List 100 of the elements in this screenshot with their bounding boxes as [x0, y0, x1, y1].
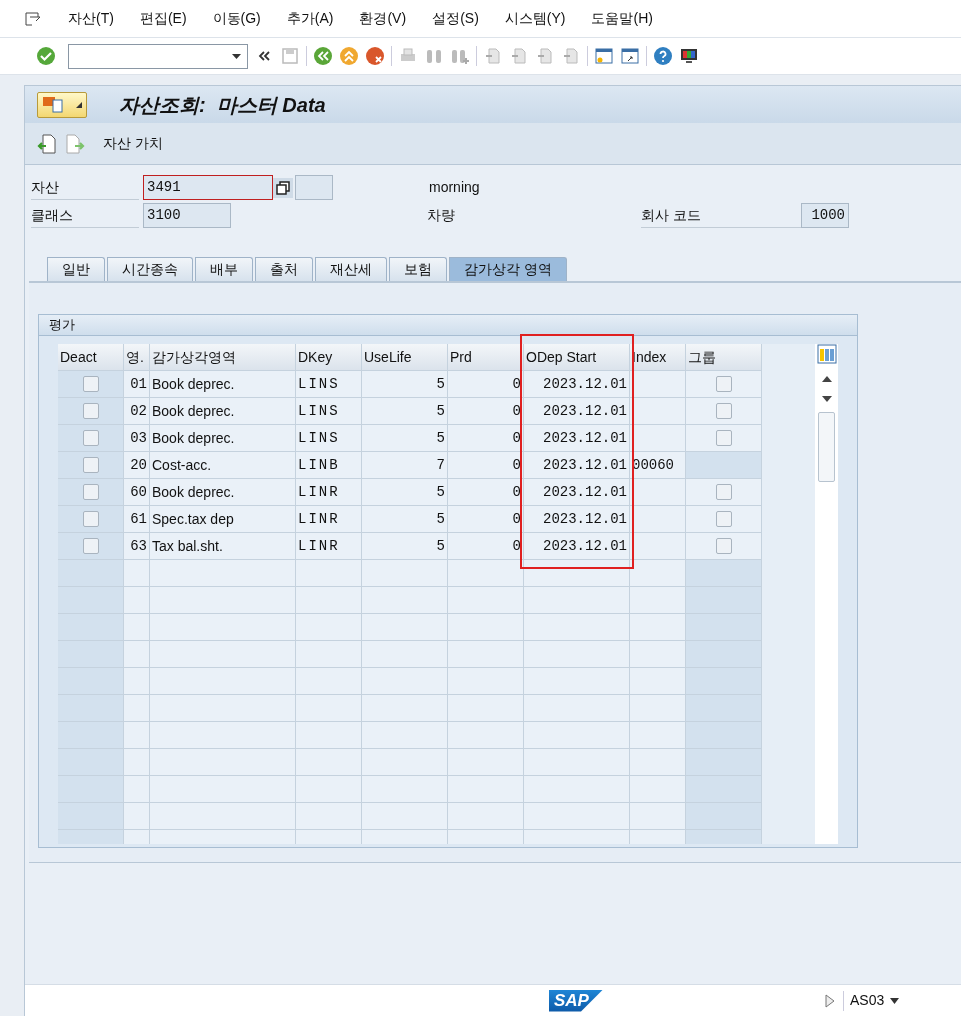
table-cell: [296, 668, 362, 695]
tab[interactable]: 감가상각 영역: [449, 257, 567, 281]
tab[interactable]: 출처: [255, 257, 313, 281]
checkbox[interactable]: [715, 376, 732, 392]
checkbox[interactable]: [82, 511, 99, 527]
play-icon[interactable]: [824, 993, 835, 1008]
checkbox[interactable]: [715, 538, 732, 554]
checkbox[interactable]: [82, 457, 99, 473]
menu-item[interactable]: 환경(V): [359, 8, 407, 29]
page-first-icon[interactable]: [483, 46, 503, 66]
checkbox[interactable]: [715, 430, 732, 446]
menu-item[interactable]: 시스템(Y): [504, 8, 566, 29]
table-cell: 0: [448, 425, 524, 452]
save-icon[interactable]: [280, 46, 300, 66]
table-cell: [296, 695, 362, 722]
copy-icon[interactable]: [273, 177, 293, 198]
checkbox[interactable]: [715, 511, 732, 527]
column-header[interactable]: UseLife: [362, 344, 448, 371]
table-cell: [58, 668, 124, 695]
table-cell: [296, 614, 362, 641]
previous-document-icon[interactable]: [37, 132, 57, 155]
column-header[interactable]: Deact: [58, 344, 124, 371]
column-settings-icon[interactable]: [816, 344, 837, 364]
table-cell: Tax bal.sht.: [150, 533, 296, 560]
check-icon[interactable]: [36, 46, 56, 66]
table-cell: [58, 614, 124, 641]
menu-item[interactable]: 설정(S): [432, 8, 479, 29]
monitor-icon[interactable]: [679, 46, 699, 66]
menu-icon[interactable]: [24, 10, 42, 27]
menu-item[interactable]: 추가(A): [286, 8, 334, 29]
column-header[interactable]: DKey: [296, 344, 362, 371]
table-cell: [58, 587, 124, 614]
menu-item[interactable]: 도움말(H): [591, 8, 653, 29]
table-cell: 2023.12.01: [524, 371, 630, 398]
table-cell: [630, 587, 686, 614]
new-window-icon[interactable]: [594, 46, 614, 66]
table-cell: LINS: [296, 371, 362, 398]
table-cell: Book deprec.: [150, 398, 296, 425]
table-cell: [124, 641, 150, 668]
table-cell: 00060: [630, 452, 686, 479]
back-icon[interactable]: [313, 46, 333, 66]
tab[interactable]: 배부: [195, 257, 253, 281]
menu-item[interactable]: 이동(G): [212, 8, 261, 29]
shortcut-icon[interactable]: [620, 46, 640, 66]
scroll-thumb[interactable]: [818, 412, 835, 482]
checkbox[interactable]: [82, 484, 99, 500]
table-cell: [124, 722, 150, 749]
checkbox[interactable]: [82, 538, 99, 554]
table-cell: 5: [362, 371, 448, 398]
tab[interactable]: 일반: [47, 257, 105, 281]
menu-button[interactable]: [37, 91, 87, 118]
class-description: 차량: [427, 206, 456, 225]
table-cell: [124, 695, 150, 722]
column-header[interactable]: ODep Start: [524, 344, 630, 371]
tab[interactable]: 재산세: [315, 257, 387, 281]
column-header[interactable]: Prd: [448, 344, 524, 371]
page-down-icon[interactable]: [535, 46, 555, 66]
scroll-down-icon[interactable]: [821, 396, 832, 402]
table-cell: [630, 803, 686, 830]
column-header[interactable]: 감가상각영역: [150, 344, 296, 371]
checkbox[interactable]: [715, 484, 732, 500]
table-cell: 2023.12.01: [524, 479, 630, 506]
caret-icon[interactable]: [890, 997, 900, 1004]
asset-values-button[interactable]: 자산 가치: [103, 133, 163, 154]
table-cell: 0: [448, 371, 524, 398]
tab[interactable]: 시간종속: [107, 257, 193, 281]
next-document-icon[interactable]: [65, 132, 85, 155]
table-cell: Spec.tax dep: [150, 506, 296, 533]
scroll-up-icon[interactable]: [821, 376, 832, 382]
up-icon[interactable]: [339, 46, 359, 66]
menu-item[interactable]: 자산(T): [68, 8, 114, 29]
subnumber-field[interactable]: [295, 175, 333, 200]
company-code-field[interactable]: 1000: [801, 203, 849, 228]
command-field[interactable]: [68, 43, 248, 69]
table-cell: 7: [362, 452, 448, 479]
help-icon[interactable]: [653, 46, 673, 66]
column-header[interactable]: 그룹: [686, 344, 762, 371]
table-cell: 5: [362, 425, 448, 452]
page-last-icon[interactable]: [561, 46, 581, 66]
table-cell: 61: [124, 506, 150, 533]
table-cell: 5: [362, 398, 448, 425]
table-cell: Book deprec.: [150, 425, 296, 452]
checkbox[interactable]: [82, 430, 99, 446]
asset-field[interactable]: 3491: [143, 175, 273, 200]
tab[interactable]: 보험: [389, 257, 447, 281]
table-cell: 03: [124, 425, 150, 452]
table-cell: 5: [362, 479, 448, 506]
column-header[interactable]: 영.: [124, 344, 150, 371]
table-cell: [124, 668, 150, 695]
page-up-icon[interactable]: [509, 46, 529, 66]
cancel-icon[interactable]: [365, 46, 385, 66]
checkbox[interactable]: [82, 376, 99, 392]
table-cell: LINB: [296, 452, 362, 479]
checkbox[interactable]: [715, 403, 732, 419]
table-cell: 63: [124, 533, 150, 560]
table-cell: [124, 776, 150, 803]
checkbox[interactable]: [82, 403, 99, 419]
menu-item[interactable]: 편집(E): [139, 8, 187, 29]
class-field[interactable]: 3100: [143, 203, 231, 228]
table-cell: 5: [362, 506, 448, 533]
